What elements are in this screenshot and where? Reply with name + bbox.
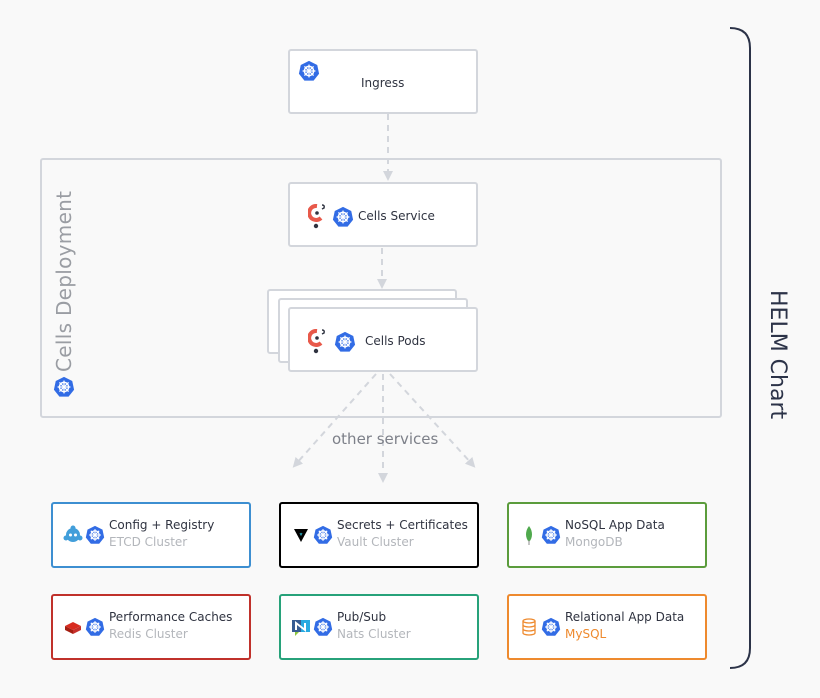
card-subtitle: ETCD Cluster xyxy=(109,535,188,549)
cells-icon xyxy=(307,203,326,230)
kubernetes-icon xyxy=(53,376,75,398)
cells-service-label: Cells Service xyxy=(358,209,435,223)
deployment-title: Cells Deployment xyxy=(52,190,76,372)
helm-bracket xyxy=(729,27,751,669)
service-card-etcd[interactable]: Config + Registry ETCD Cluster xyxy=(51,502,251,568)
database-icon xyxy=(519,617,539,637)
nats-icon xyxy=(291,617,311,637)
vault-icon xyxy=(291,525,311,545)
cells-icon xyxy=(307,328,326,355)
service-card-vault[interactable]: Secrets + Certificates Vault Cluster xyxy=(279,502,479,568)
card-subtitle: MongoDB xyxy=(565,535,623,549)
card-title: Performance Caches xyxy=(109,610,233,624)
kubernetes-icon xyxy=(541,525,561,545)
card-subtitle: Nats Cluster xyxy=(337,627,411,641)
kubernetes-icon xyxy=(85,525,105,545)
kubernetes-icon xyxy=(298,60,320,82)
card-title: Pub/Sub xyxy=(337,610,387,624)
service-card-nats[interactable]: Pub/Sub Nats Cluster xyxy=(279,594,479,660)
cells-pods-label: Cells Pods xyxy=(365,334,426,348)
card-subtitle: Redis Cluster xyxy=(109,627,188,641)
kubernetes-icon xyxy=(332,206,354,228)
kubernetes-icon xyxy=(541,617,561,637)
other-services-label: other services xyxy=(332,430,439,448)
card-title: Config + Registry xyxy=(109,518,215,532)
card-title: NoSQL App Data xyxy=(565,518,665,532)
helm-chart-label: HELM Chart xyxy=(765,290,790,420)
card-subtitle: Vault Cluster xyxy=(337,535,414,549)
mongodb-icon xyxy=(519,525,539,545)
card-subtitle: MySQL xyxy=(565,627,607,641)
kubernetes-icon xyxy=(313,617,333,637)
kubernetes-icon xyxy=(85,617,105,637)
service-card-mysql[interactable]: Relational App Data MySQL xyxy=(507,594,707,660)
service-card-redis[interactable]: Performance Caches Redis Cluster xyxy=(51,594,251,660)
cells-pods-node[interactable]: Cells Pods xyxy=(288,307,478,372)
kubernetes-icon xyxy=(313,525,333,545)
ingress-label: Ingress xyxy=(361,76,405,90)
redis-icon xyxy=(63,617,83,637)
etcd-icon xyxy=(63,525,83,545)
card-title: Relational App Data xyxy=(565,610,685,624)
ingress-node[interactable]: Ingress xyxy=(288,49,478,114)
cells-service-node[interactable]: Cells Service xyxy=(288,182,478,247)
card-title: Secrets + Certificates xyxy=(337,518,468,532)
service-card-mongodb[interactable]: NoSQL App Data MongoDB xyxy=(507,502,707,568)
kubernetes-icon xyxy=(334,331,356,353)
